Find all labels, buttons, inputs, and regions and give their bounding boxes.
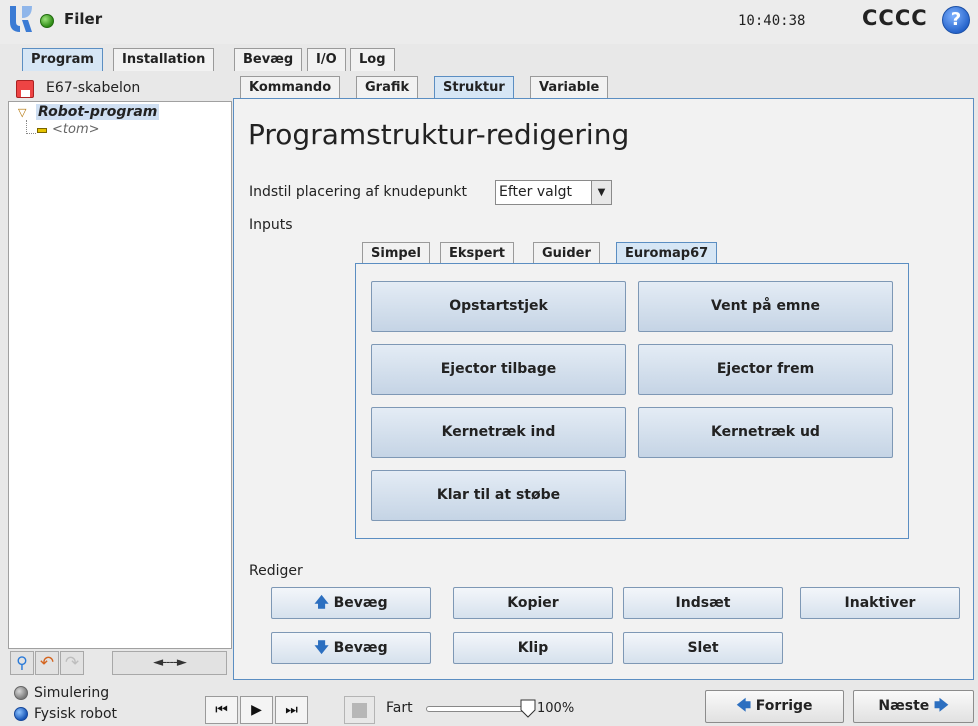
copy-button[interactable]: Kopier bbox=[453, 587, 613, 619]
ready-to-mold-button[interactable]: Klar til at støbe bbox=[371, 470, 626, 521]
paste-button[interactable]: Indsæt bbox=[623, 587, 783, 619]
ejector-back-button[interactable]: Ejector tilbage bbox=[371, 344, 626, 395]
tab-variables[interactable]: Variable bbox=[530, 76, 609, 99]
chevron-down-icon[interactable]: ▼ bbox=[591, 181, 611, 204]
undo-icon[interactable]: ↶ bbox=[35, 651, 59, 675]
move-up-label: Bevæg bbox=[333, 595, 388, 611]
arrow-right-icon: 🡆 bbox=[934, 698, 949, 714]
tab-io[interactable]: I/O bbox=[307, 48, 346, 71]
empty-node-icon bbox=[37, 128, 47, 133]
core-pull-in-button[interactable]: Kernetræk ind bbox=[371, 407, 626, 458]
play-icon[interactable]: ▶ bbox=[240, 696, 273, 724]
move-down-button[interactable]: 🡇 Bevæg bbox=[271, 632, 431, 664]
tab-euromap67[interactable]: Euromap67 bbox=[616, 242, 718, 265]
save-icon[interactable] bbox=[16, 80, 34, 98]
tab-wizards[interactable]: Guider bbox=[533, 242, 600, 265]
universal-robots-logo-icon bbox=[10, 6, 32, 32]
tab-expert[interactable]: Ekspert bbox=[440, 242, 515, 265]
next-button[interactable]: Næste 🡆 bbox=[853, 690, 974, 723]
previous-label: Forrige bbox=[755, 698, 813, 714]
files-menu[interactable]: Filer bbox=[64, 10, 102, 28]
stop-icon[interactable] bbox=[344, 696, 375, 724]
tab-program[interactable]: Program bbox=[22, 48, 103, 71]
tab-installation[interactable]: Installation bbox=[113, 48, 215, 71]
tree-connector bbox=[26, 120, 36, 134]
clock: 10:40:38 bbox=[738, 13, 806, 29]
help-icon[interactable]: ? bbox=[942, 6, 970, 34]
startup-check-button[interactable]: Opstartstjek bbox=[371, 281, 626, 332]
speed-label: Fart bbox=[386, 700, 413, 716]
arrow-down-icon: 🡇 bbox=[314, 640, 329, 656]
speed-slider-thumb[interactable] bbox=[520, 699, 536, 718]
tab-graphics[interactable]: Grafik bbox=[356, 76, 419, 99]
program-tree[interactable] bbox=[8, 101, 232, 649]
tab-structure[interactable]: Struktur bbox=[434, 76, 514, 99]
arrow-left-icon: 🡄 bbox=[736, 698, 751, 714]
redo-icon[interactable]: ↷ bbox=[60, 651, 84, 675]
search-icon[interactable]: ⚲ bbox=[10, 651, 34, 675]
tree-expand-icon[interactable]: ▽ bbox=[18, 106, 26, 119]
tab-move[interactable]: Bevæg bbox=[234, 48, 303, 71]
tab-log[interactable]: Log bbox=[350, 48, 395, 71]
wait-for-part-button[interactable]: Vent på emne bbox=[638, 281, 893, 332]
ejector-forward-button[interactable]: Ejector frem bbox=[638, 344, 893, 395]
skip-to-start-icon[interactable]: ⏮ bbox=[205, 696, 238, 724]
placement-value: Efter valgt bbox=[499, 184, 572, 200]
physical-robot-radio[interactable] bbox=[14, 707, 28, 721]
placement-label: Indstil placering af knudepunkt bbox=[249, 184, 467, 200]
tab-simple[interactable]: Simpel bbox=[362, 242, 430, 265]
move-up-button[interactable]: 🡅 Bevæg bbox=[271, 587, 431, 619]
cut-button[interactable]: Klip bbox=[453, 632, 613, 664]
previous-button[interactable]: 🡄 Forrige bbox=[705, 690, 844, 723]
edit-label: Rediger bbox=[249, 563, 303, 579]
arrow-up-icon: 🡅 bbox=[314, 595, 329, 611]
program-file-name: E67-skabelon bbox=[46, 80, 141, 96]
status-led-icon bbox=[40, 14, 54, 28]
resize-panel-button[interactable]: ◄----► bbox=[112, 651, 227, 675]
disable-button[interactable]: Inaktiver bbox=[800, 587, 960, 619]
core-pull-out-button[interactable]: Kernetræk ud bbox=[638, 407, 893, 458]
physical-robot-label: Fysisk robot bbox=[34, 706, 118, 722]
tree-node-robot-program[interactable]: Robot-program bbox=[36, 104, 160, 120]
delete-button[interactable]: Slet bbox=[623, 632, 783, 664]
simulation-radio[interactable] bbox=[14, 686, 28, 700]
tab-command[interactable]: Kommando bbox=[240, 76, 341, 99]
speed-slider[interactable] bbox=[426, 706, 534, 712]
simulation-label: Simulering bbox=[34, 685, 110, 701]
move-down-label: Bevæg bbox=[333, 640, 388, 656]
tree-node-empty[interactable]: <tom> bbox=[52, 122, 100, 137]
top-bar bbox=[0, 0, 978, 44]
next-label: Næste bbox=[878, 698, 930, 714]
speed-value: 100% bbox=[537, 701, 575, 716]
step-icon[interactable]: ⏭ bbox=[275, 696, 308, 724]
page-title: Programstruktur-redigering bbox=[248, 118, 630, 151]
robot-name: CCCC bbox=[862, 6, 928, 30]
inputs-label: Inputs bbox=[249, 217, 293, 233]
